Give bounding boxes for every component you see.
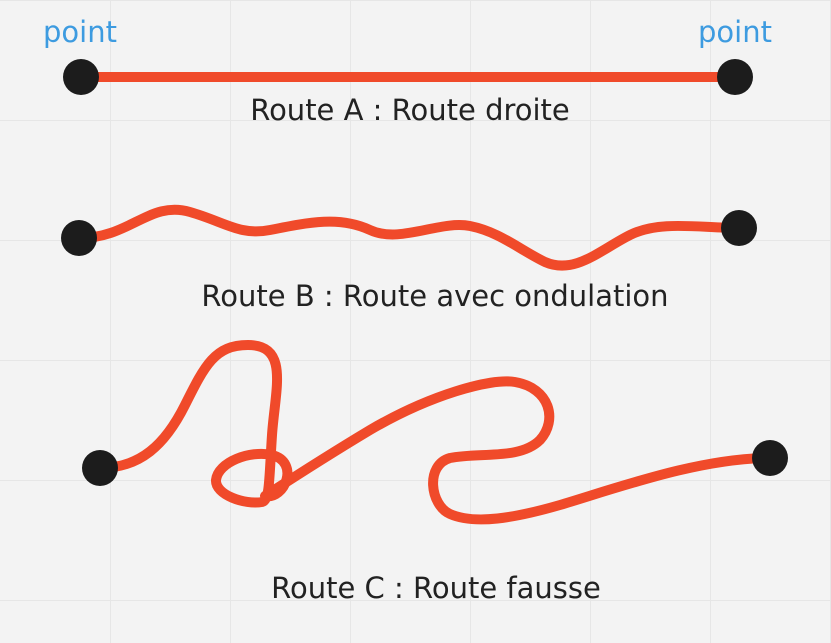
route-b-label: Route B : Route avec ondulation bbox=[201, 279, 668, 313]
route-c-start-point bbox=[82, 450, 118, 486]
route-a-end-point bbox=[717, 59, 753, 95]
route-c-end-point bbox=[752, 440, 788, 476]
point-label-right: point bbox=[698, 15, 772, 49]
routes-diagram: point point Route A : Route droite Route… bbox=[43, 15, 788, 605]
route-a-label: Route A : Route droite bbox=[250, 93, 570, 127]
route-a-start-point bbox=[63, 59, 99, 95]
route-b-end-point bbox=[721, 210, 757, 246]
route-c-label: Route C : Route fausse bbox=[271, 571, 601, 605]
route-c-line bbox=[95, 340, 775, 525]
point-label-left: point bbox=[43, 15, 117, 49]
route-b-start-point bbox=[61, 220, 97, 256]
route-b-line bbox=[75, 204, 743, 271]
